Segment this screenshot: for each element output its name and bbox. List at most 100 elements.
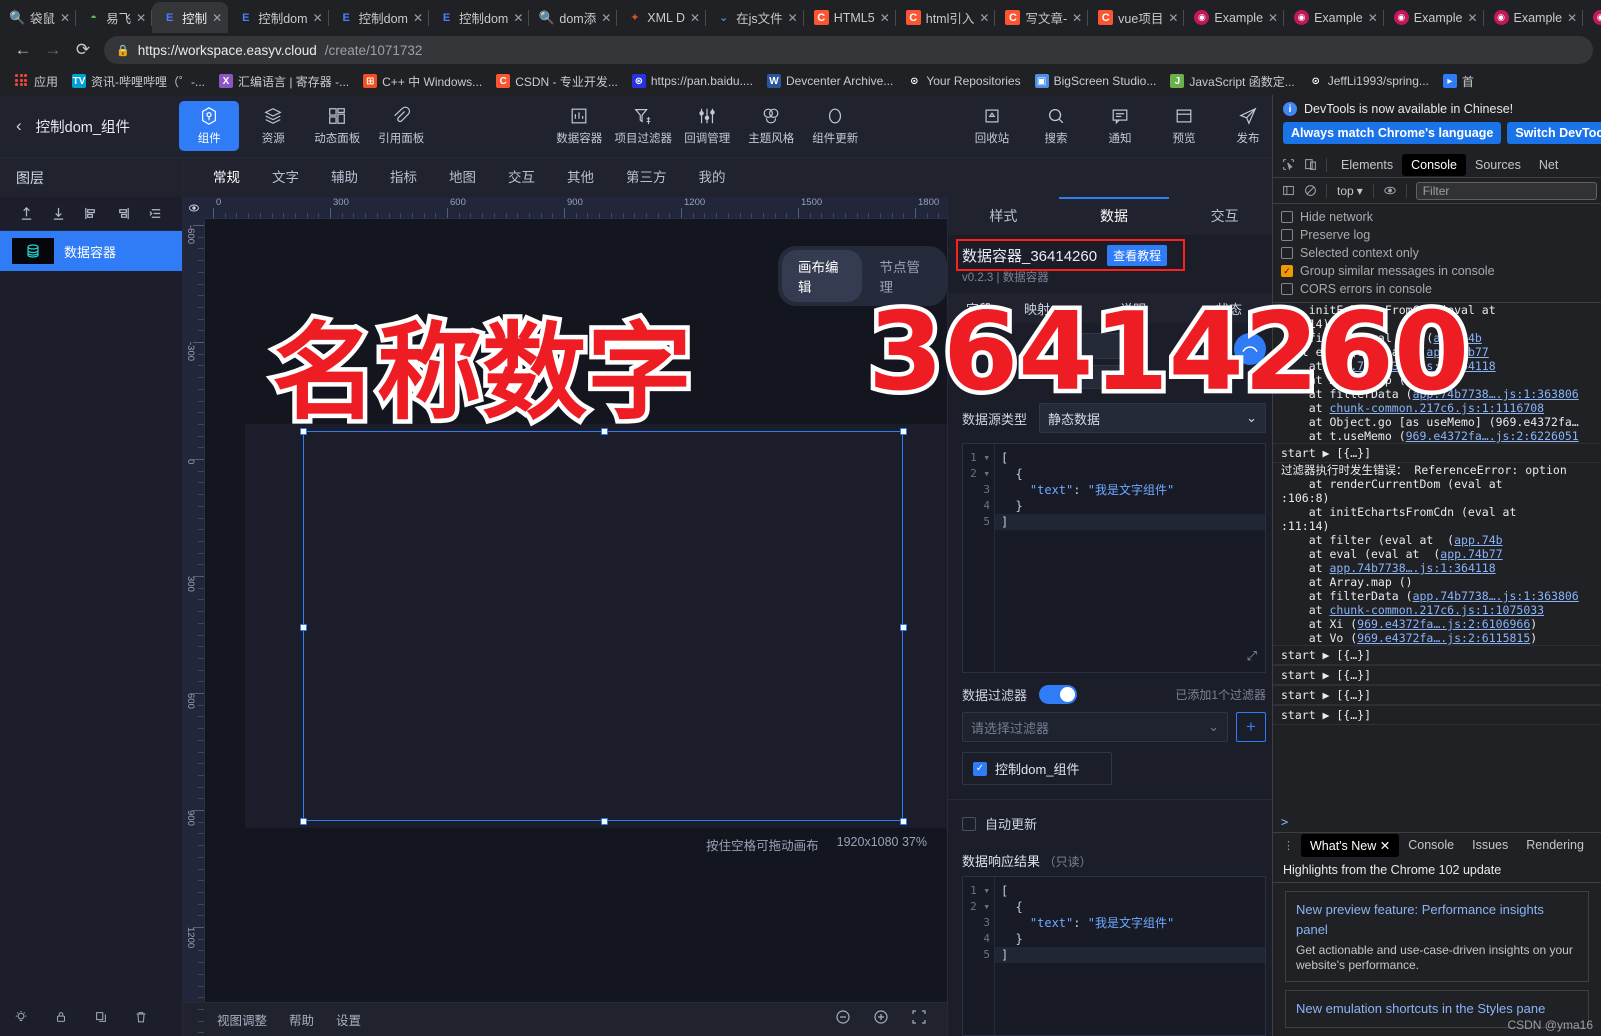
close-icon[interactable]: ✕ [880, 11, 890, 25]
console-setting-option[interactable]: CORS errors in console [1279, 280, 1595, 298]
toolbar-button-send[interactable]: 发布 [1218, 101, 1278, 151]
project-header[interactable]: ‹ 控制dom_组件 [0, 95, 177, 157]
category-tab[interactable]: 辅助 [315, 158, 374, 198]
console-source-link[interactable]: chunk-common.217c6.js:1:1116708 [1329, 401, 1544, 415]
auto-update-row[interactable]: 自动更新 [948, 800, 1280, 843]
close-icon[interactable]: ✕ [313, 11, 323, 25]
console-source-link[interactable]: app.74b7738….js:1:363806 [1413, 589, 1579, 603]
category-tab[interactable]: 其他 [551, 158, 610, 198]
browser-tab[interactable]: E控制dom✕ [228, 2, 328, 33]
canvas-stage[interactable]: 画布编辑节点管理 按住空格可 [205, 219, 947, 1002]
resize-handle-w[interactable] [300, 624, 307, 631]
collapse-icon[interactable] [148, 206, 163, 221]
browser-tab[interactable]: ⌄在js文件✕ [706, 2, 804, 33]
align-right-icon[interactable] [116, 206, 131, 221]
toolbar-button-bell-message[interactable]: 通知 [1090, 101, 1150, 151]
browser-tab[interactable]: CHTML5✕ [804, 2, 896, 33]
console-source-link[interactable]: chunk-common.217c6.js:1:1075033 [1329, 603, 1544, 617]
console-settings-options[interactable]: Hide networkPreserve logSelected context… [1273, 204, 1601, 303]
close-icon[interactable]: ✕ [1168, 11, 1178, 25]
canvas-mode-button[interactable]: 画布编辑 [782, 250, 862, 302]
bottom-menu-group[interactable]: 视图调整帮助设置 [183, 1010, 361, 1029]
toolbar-button-funnel[interactable]: 项目过滤器 [613, 101, 673, 151]
toolbar-button-sliders[interactable]: 回调管理 [677, 101, 737, 151]
bookmark-item[interactable]: 应用 [8, 70, 65, 93]
field-mapping-select[interactable]: ⌄ [1062, 333, 1146, 359]
browser-tab[interactable]: ◉Example✕ [1384, 2, 1484, 33]
static-data-editor[interactable]: 1 ▾2 ▾345 [ { "text": "我是文字组件" }] ⤢ [962, 443, 1266, 673]
canvas-mode-switch[interactable]: 画布编辑节点管理 [778, 246, 947, 306]
inspect-element-icon[interactable] [1277, 154, 1299, 176]
close-icon[interactable]: ✕ [1380, 839, 1390, 853]
resize-handle-se[interactable] [900, 818, 907, 825]
properties-tab[interactable]: 数据 [1059, 197, 1170, 235]
checkbox-unchecked-icon[interactable] [1281, 229, 1293, 241]
filter-chip[interactable]: ✓ 控制dom_组件 [962, 752, 1112, 785]
ruler-eye-icon[interactable] [183, 197, 205, 219]
category-tab[interactable]: 常规 [197, 158, 256, 198]
toolbar-mid-group[interactable]: 数据容器项目过滤器回调管理主题风格组件更新 [547, 95, 867, 157]
console-source-link[interactable]: 969.e4372fa….js:2:6226051 [1406, 429, 1579, 443]
reload-button[interactable]: ⟳ [68, 35, 98, 65]
bottom-menu-item[interactable]: 视图调整 [217, 1010, 267, 1029]
bookmark-item[interactable]: CCSDN - 专业开发... [489, 70, 625, 93]
toolbar-button-rings[interactable]: 主题风格 [741, 101, 801, 151]
bookmark-item[interactable]: ⊙JeffLi1993/spring... [1302, 71, 1436, 91]
live-expression-icon[interactable] [1379, 180, 1401, 202]
whatsnew-card-title[interactable]: New emulation shortcuts in the Styles pa… [1296, 999, 1578, 1019]
devtools-tab[interactable]: Net [1530, 154, 1567, 176]
field-table-row[interactable]: ⌄ [948, 323, 1280, 397]
close-icon[interactable]: ✕ [1072, 11, 1082, 25]
drawer-tab[interactable]: Issues [1463, 834, 1517, 857]
selection-box[interactable] [303, 431, 903, 821]
bookmark-item[interactable]: TV资讯-哔哩哔哩（゜-... [65, 70, 212, 93]
category-tab[interactable]: 地图 [433, 158, 492, 198]
light-bulb-icon[interactable] [14, 1010, 28, 1029]
checkbox-unchecked-icon[interactable] [1281, 211, 1293, 223]
checkbox-checked-icon[interactable]: ✓ [973, 762, 987, 776]
category-tab[interactable]: 文字 [256, 158, 315, 198]
properties-tab[interactable]: 样式 [948, 197, 1059, 235]
checkbox-unchecked-icon[interactable] [1281, 283, 1293, 295]
bookmark-item[interactable]: ⊞C++ 中 Windows... [356, 70, 489, 93]
console-setting-option[interactable]: Selected context only [1279, 244, 1595, 262]
browser-tab[interactable]: E控制✕ [152, 2, 228, 33]
devtools-tab[interactable]: Sources [1466, 154, 1530, 176]
close-icon[interactable]: ✕ [690, 11, 700, 25]
devtools-drawer-tabs[interactable]: ⋮ What's New ✕ConsoleIssuesRendering [1273, 832, 1601, 858]
console-context-selector[interactable]: top ▾ [1332, 184, 1368, 198]
console-setting-option[interactable]: Preserve log [1279, 226, 1595, 244]
zoom-controls[interactable] [835, 1009, 947, 1030]
browser-tab[interactable]: ◓易飞✕ [76, 2, 152, 33]
resize-handle-sw[interactable] [300, 818, 307, 825]
bring-to-front-icon[interactable] [19, 206, 34, 221]
browser-tab[interactable]: E控制dom✕ [429, 2, 529, 33]
send-to-back-icon[interactable] [51, 206, 66, 221]
whatsnew-cards[interactable]: New preview feature: Performance insight… [1273, 883, 1601, 1036]
field-description-box[interactable] [1062, 365, 1146, 389]
toolbar-button-panel[interactable]: 动态面板 [307, 101, 367, 151]
zoom-out-icon[interactable] [835, 1009, 851, 1030]
close-icon[interactable]: ✕ [601, 11, 611, 25]
close-icon[interactable]: ✕ [1467, 11, 1477, 25]
console-filter-input[interactable]: Filter [1416, 182, 1597, 200]
browser-tab[interactable]: C写文章-✕ [995, 2, 1088, 33]
console-toolbar[interactable]: top ▾ Filter [1273, 178, 1601, 204]
properties-tab[interactable]: 交互 [1169, 197, 1280, 235]
console-source-link[interactable]: app.74b77 [1426, 345, 1488, 359]
bookmark-item[interactable]: JJavaScript 函数定... [1163, 70, 1301, 93]
checkbox-checked-icon[interactable]: ✓ [1281, 265, 1293, 277]
browser-tab[interactable]: ✦XML D✕ [617, 2, 706, 33]
browser-tab[interactable]: ◉Example✕ [1184, 2, 1284, 33]
devtools-banner-button[interactable]: Always match Chrome's language [1283, 122, 1501, 144]
toolbar-button-paperclip[interactable]: 引用面板 [371, 101, 431, 151]
category-tab[interactable]: 指标 [374, 158, 433, 198]
checkbox-unchecked-icon[interactable] [1281, 247, 1293, 259]
toolbar-button-circle[interactable]: 组件更新 [805, 101, 865, 151]
console-group-row[interactable]: start ▶ [{…}] [1273, 665, 1601, 685]
close-icon[interactable]: ✕ [979, 11, 989, 25]
zoom-in-icon[interactable] [873, 1009, 889, 1030]
layer-item-data-container[interactable]: 数据容器 [0, 231, 182, 271]
browser-tab[interactable]: ◉Example✕ [1284, 2, 1384, 33]
console-group-row[interactable]: start ▶ [{…}] [1273, 443, 1601, 463]
